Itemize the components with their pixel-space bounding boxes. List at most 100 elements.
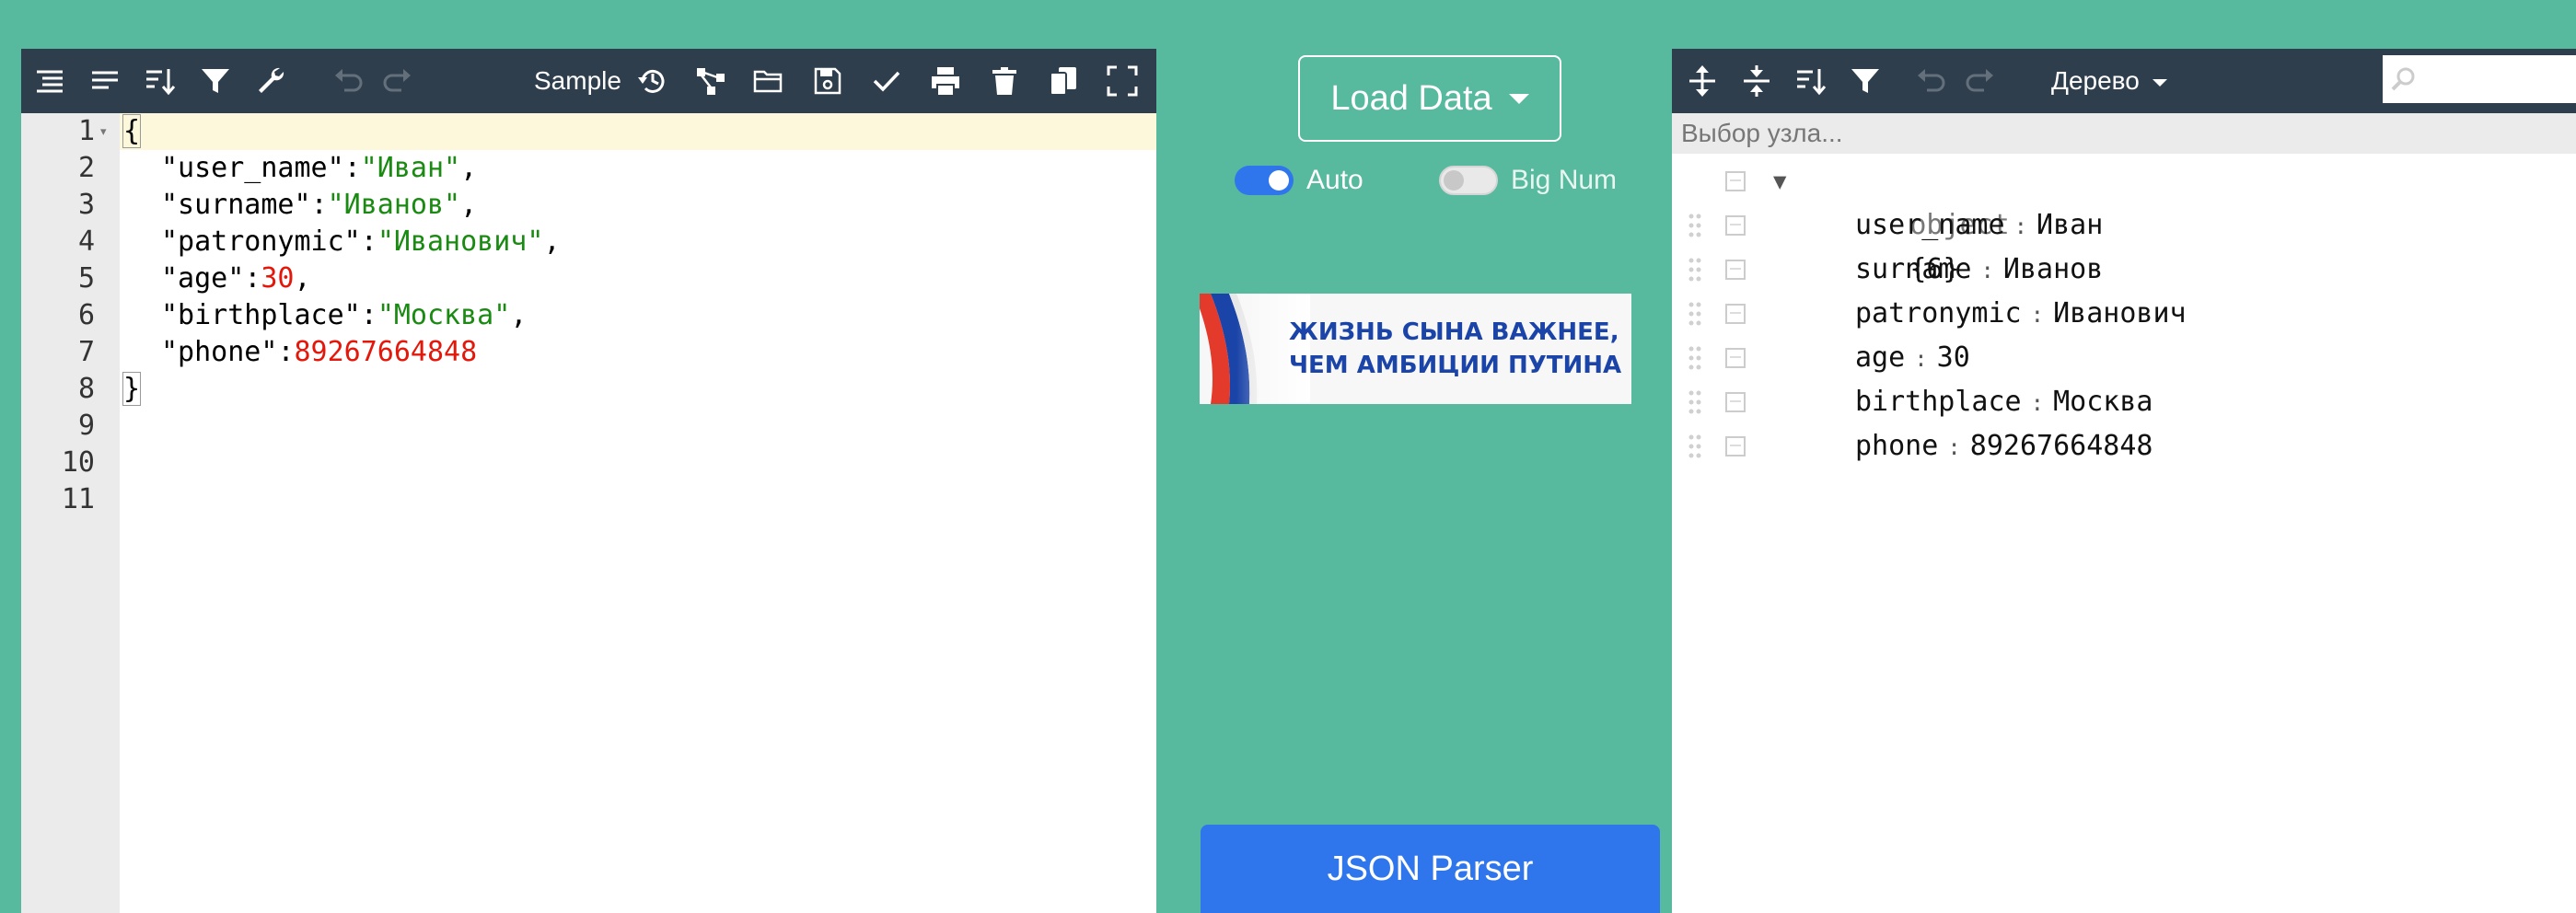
load-data-button[interactable]: Load Data [1298,55,1561,142]
banner-text-line: ЖИЗНЬ СЫНА ВАЖНЕЕ, [1289,318,1619,346]
tree-node-row[interactable]: age:30 [1672,336,2576,380]
repair-icon[interactable] [253,64,288,98]
tree-view-panel: Дерево Выбор узла... ▼ object {6} user_n… [1672,49,2576,913]
line-number: 5 [77,262,95,295]
mode-label: Дерево [2051,66,2140,95]
node-value[interactable]: 89267664848 [1970,430,2153,462]
node-value[interactable]: 30 [1937,341,1970,374]
code-line: "phone":89267664848 [161,336,478,368]
code-line: "birthplace":"Москва", [161,299,528,331]
ad-banner[interactable]: ЖИЗНЬ СЫНА ВАЖНЕЕ, ЧЕМ АМБИЦИИ ПУТИНА [1200,294,1631,404]
sample-button[interactable]: Sample [534,49,621,113]
code-brace: } [122,372,142,406]
line-number: 4 [77,225,95,258]
toggle-label: Auto [1306,165,1363,195]
line-number: 6 [77,299,95,331]
fullscreen-icon[interactable] [1105,64,1140,98]
fold-arrow-icon[interactable]: ▾ [100,113,107,150]
line-number: 11 [61,483,95,515]
tree-node-row[interactable]: surname: Иванов [1672,248,2576,292]
big-num-toggle[interactable]: Big Num [1439,162,1617,199]
node-key[interactable]: age [1855,341,1905,374]
undo-icon[interactable] [1913,64,1948,98]
select-checkbox[interactable] [1725,215,1746,236]
tree-node-row[interactable]: phone:89267664848 [1672,424,2576,468]
drag-handle-icon[interactable] [1688,389,1701,415]
filter-icon[interactable] [1848,64,1883,98]
node-key[interactable]: birthplace [1855,386,2022,418]
print-icon[interactable] [928,64,963,98]
code-line: "age":30, [161,262,311,295]
select-checkbox[interactable] [1725,436,1746,456]
editor-toolbar: Sample [21,49,1156,113]
line-number: 2 [77,152,95,184]
line-number: 1 [77,115,95,147]
node-path-bar[interactable]: Выбор узла... [1672,113,2576,154]
toggle-switch[interactable] [1235,166,1294,195]
line-number: 3 [77,189,95,221]
node-value[interactable]: Иванов [2003,253,2103,285]
toggle-label: Big Num [1511,165,1618,195]
tree-node-row[interactable]: user_name: Иван [1672,203,2576,248]
caret-down-icon [2152,78,2167,87]
drag-handle-icon[interactable] [1688,345,1701,371]
format-icon[interactable] [32,64,67,98]
json-parser-button[interactable]: JSON Parser [1201,825,1660,913]
validate-icon[interactable] [869,64,904,98]
line-number: 7 [77,336,95,368]
node-value[interactable]: Иванович [2053,297,2187,329]
copy-icon[interactable] [1046,64,1081,98]
redo-icon[interactable] [1963,64,1998,98]
select-checkbox[interactable] [1725,171,1746,191]
search-icon [2391,67,2415,91]
load-data-label: Load Data [1330,78,1492,118]
drag-handle-icon[interactable] [1688,213,1701,238]
caret-down-icon [1508,93,1529,104]
sort-icon[interactable] [1793,64,1828,98]
transform-icon[interactable] [693,64,728,98]
line-number: 10 [61,446,95,479]
drag-handle-icon[interactable] [1688,257,1701,283]
active-line-highlight [120,113,1156,150]
toggle-switch[interactable] [1439,166,1498,195]
line-number: 9 [77,410,95,442]
drag-handle-icon[interactable] [1688,301,1701,327]
expand-all-icon[interactable] [1685,64,1720,98]
select-checkbox[interactable] [1725,348,1746,368]
tree-node-row[interactable]: patronymic: Иванович [1672,292,2576,336]
history-icon[interactable] [635,64,670,98]
tree-node-row[interactable]: birthplace: Москва [1672,380,2576,424]
code-line: "patronymic":"Иванович", [161,225,561,258]
redo-icon[interactable] [380,64,415,98]
code-brace: { [122,114,142,148]
select-checkbox[interactable] [1725,260,1746,280]
auto-toggle[interactable]: Auto [1235,162,1363,199]
filter-icon[interactable] [198,64,233,98]
search-input[interactable] [2383,55,2576,103]
banner-text-line: ЧЕМ АМБИЦИИ ПУТИНА [1289,352,1622,379]
code-editor-panel: Sample 1 ▾ 2 3 4 5 6 7 8 9 10 11 {"user… [21,49,1156,913]
select-checkbox[interactable] [1725,304,1746,324]
node-value[interactable]: Иван [2036,209,2103,241]
compact-icon[interactable] [87,64,122,98]
sort-icon[interactable] [143,64,178,98]
node-value[interactable]: Москва [2053,386,2152,418]
expand-arrow-icon[interactable]: ▼ [1773,159,1786,203]
collapse-all-icon[interactable] [1739,64,1774,98]
select-checkbox[interactable] [1725,392,1746,412]
tree-toolbar: Дерево [1672,49,2576,113]
open-file-icon[interactable] [751,64,786,98]
tree-root-row[interactable]: ▼ object {6} [1672,159,2576,285]
undo-icon[interactable] [331,64,366,98]
node-key[interactable]: phone [1855,430,1938,462]
trash-icon[interactable] [987,64,1022,98]
save-icon[interactable] [810,64,845,98]
line-number: 8 [77,373,95,405]
drag-handle-icon[interactable] [1688,433,1701,459]
mode-dropdown[interactable]: Дерево [2051,49,2167,113]
code-line: "user_name":"Иван", [161,152,478,184]
node-key[interactable]: user_name [1855,209,2005,241]
code-line: "surname":"Иванов", [161,189,478,221]
node-key[interactable]: patronymic [1855,297,2022,329]
node-key[interactable]: surname [1855,253,1971,285]
